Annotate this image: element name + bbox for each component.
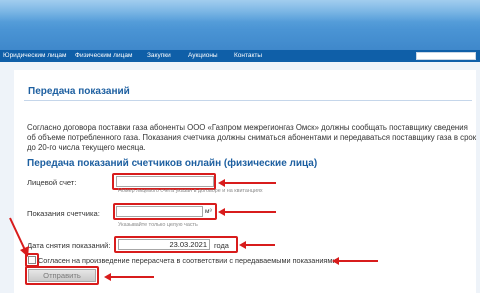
account-arrow: [218, 179, 276, 187]
site-header: [0, 0, 480, 50]
date-unit: года: [214, 241, 229, 250]
form-section-title: Передача показаний счетчиков онлайн (физ…: [27, 158, 318, 169]
submit-arrow: [104, 273, 154, 281]
nav-item-legal-entities[interactable]: Юридическим лицам: [3, 51, 66, 61]
nav-item-contacts[interactable]: Контакты: [234, 51, 262, 61]
reading-unit: м³: [205, 208, 212, 215]
page-title: Передача показаний: [28, 86, 130, 97]
account-hint: Номер лицевого счета указан в договоре и…: [118, 188, 263, 194]
nav-item-procurement[interactable]: Закупки: [147, 51, 171, 61]
header-gloss: [0, 0, 480, 22]
account-label: Лицевой счет:: [27, 178, 77, 187]
intro-text: Согласно договора поставки газа абоненты…: [27, 123, 477, 152]
reading-date-field[interactable]: 23.03.2021: [118, 239, 210, 250]
meter-reading-field[interactable]: [116, 206, 203, 217]
consent-arrow: [332, 257, 378, 265]
nav-item-auctions[interactable]: Аукционы: [188, 51, 218, 61]
submit-button[interactable]: Отправить: [28, 269, 96, 282]
reading-label: Показания счетчика:: [27, 209, 100, 218]
date-arrow: [239, 241, 275, 249]
reading-hint: Указывайте только целую часть: [118, 222, 198, 228]
nav-item-individuals[interactable]: Физическим лицам: [75, 51, 132, 61]
date-label: Дата снятия показаний:: [27, 241, 111, 250]
consent-label: Согласен на произведение перерасчета в с…: [38, 256, 337, 265]
search-input[interactable]: [416, 52, 476, 60]
account-number-field[interactable]: [116, 176, 214, 187]
title-divider: [24, 100, 472, 101]
checkbox-pointer-arrow: [9, 217, 29, 257]
top-navigation: Юридическим лицам Физическим лицам Закуп…: [0, 50, 480, 62]
reading-arrow: [218, 208, 276, 216]
